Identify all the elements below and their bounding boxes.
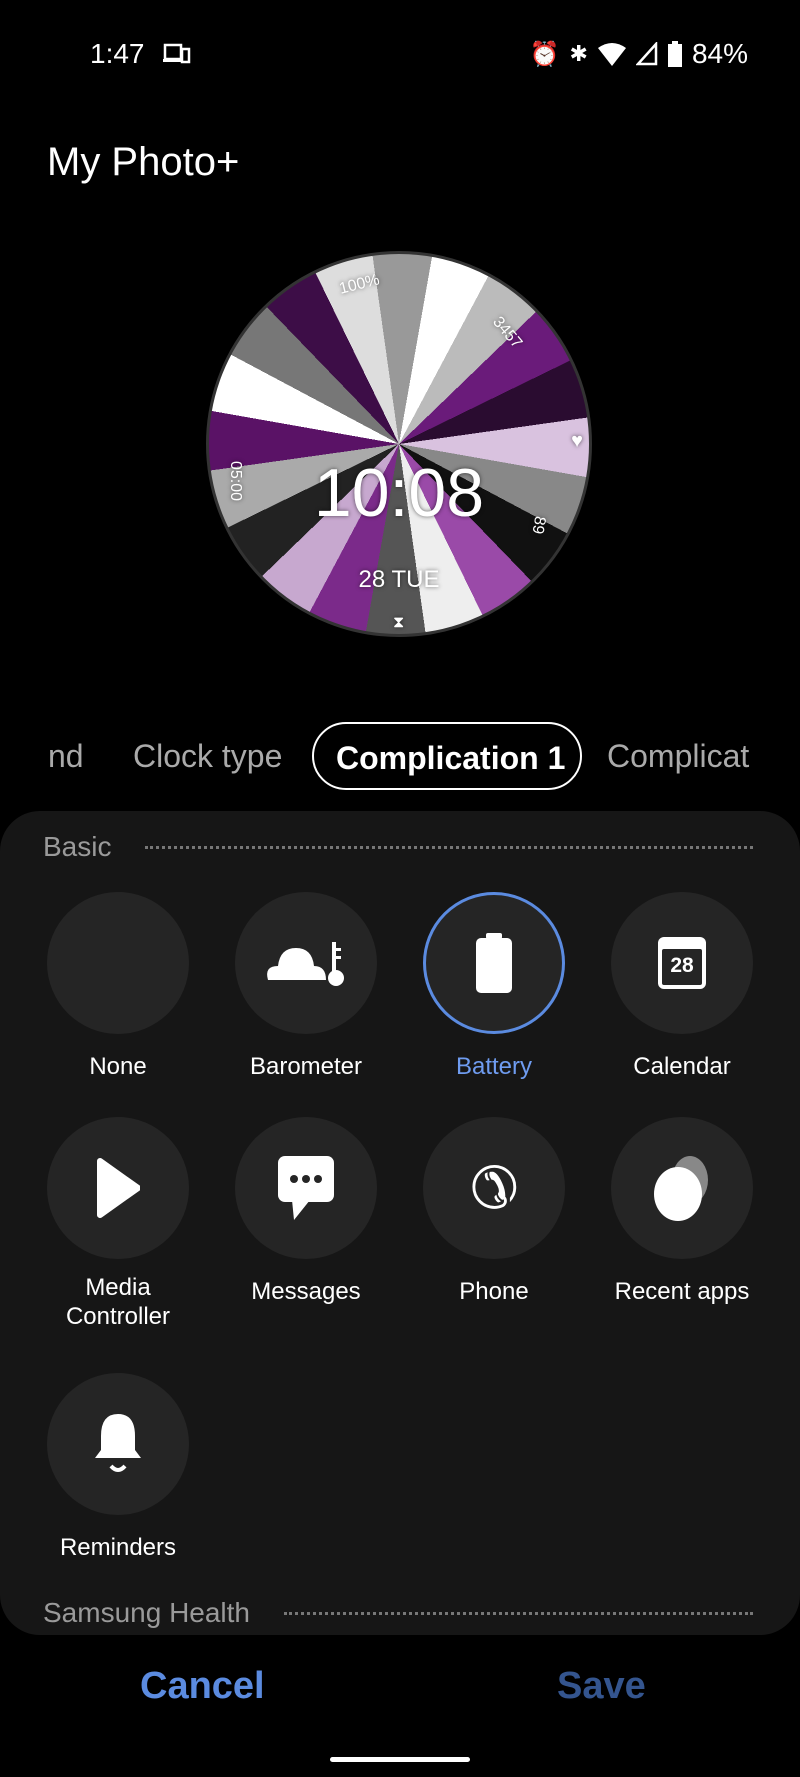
watch-steps: 3457: [489, 313, 526, 352]
watch-date: 28 TUE: [358, 566, 440, 593]
section-title: Samsung Health: [43, 1597, 251, 1628]
watch-sleep: 05:00: [227, 460, 245, 502]
calendar-day: 28: [662, 949, 702, 985]
tab-bar: nd Clock type Complication 1 Complicat: [0, 722, 800, 790]
option-barometer[interactable]: Barometer: [216, 892, 396, 1081]
tab-clock-type[interactable]: Clock type: [133, 722, 282, 790]
option-calendar[interactable]: 28 Calendar: [592, 892, 772, 1081]
tab-background[interactable]: nd: [48, 722, 84, 790]
option-label: Reminders: [59, 1534, 177, 1561]
play-icon: [47, 1117, 189, 1259]
watch-face-preview: 10:08 28 TUE 100% 3457 89 05:00 ♥ ⧗: [206, 251, 592, 637]
complication-list[interactable]: Basic None Barometer Battery 28 Calendar …: [0, 811, 800, 1635]
none-icon: [47, 892, 189, 1034]
option-none[interactable]: None: [28, 892, 208, 1081]
option-media-controller[interactable]: Media Controller: [28, 1117, 208, 1331]
battery-icon: [667, 41, 682, 67]
section-samsung-health: Samsung Health: [43, 1597, 753, 1629]
alarm-icon: ⏰: [529, 40, 560, 68]
option-label: Phone: [459, 1278, 529, 1305]
divider: [145, 845, 753, 849]
signal-icon: [635, 42, 658, 66]
page-title: My Photo+: [47, 140, 240, 184]
option-reminders[interactable]: Reminders: [28, 1373, 208, 1562]
wifi-icon: [597, 43, 626, 66]
clock: 1:47: [90, 38, 145, 69]
option-messages[interactable]: Messages: [216, 1117, 396, 1306]
battery-icon: [423, 892, 565, 1034]
option-label: Messages: [251, 1278, 361, 1305]
option-label: Battery: [455, 1053, 533, 1080]
message-icon: [235, 1117, 377, 1259]
bell-icon: [47, 1373, 189, 1515]
watch-battery: 100%: [337, 271, 382, 298]
option-phone[interactable]: ✆ Phone: [404, 1117, 584, 1306]
status-bar: 1:47 ⏰ ✱ 84%: [0, 38, 800, 72]
watch-heart-rate: 89: [528, 514, 549, 536]
barometer-icon: [235, 892, 377, 1034]
recent-apps-icon: [611, 1117, 753, 1259]
option-label: Recent apps: [614, 1278, 750, 1305]
divider: [284, 1611, 753, 1615]
phone-icon: ✆: [423, 1117, 565, 1259]
section-title: Basic: [43, 831, 112, 862]
option-battery[interactable]: Battery: [404, 892, 584, 1081]
option-label: Barometer: [249, 1053, 363, 1080]
calendar-icon: 28: [611, 892, 753, 1034]
bluetooth-icon: ✱: [569, 41, 588, 66]
section-basic: Basic: [43, 831, 753, 863]
option-label: Calendar: [633, 1053, 731, 1080]
heart-icon: ♥: [571, 430, 583, 452]
tab-complication-1[interactable]: Complication 1: [312, 722, 582, 790]
save-button[interactable]: Save: [557, 1665, 646, 1708]
battery-percent: 84%: [691, 38, 748, 69]
option-label: None: [89, 1053, 147, 1080]
option-label: Media Controller: [65, 1274, 171, 1330]
cast-device-icon: [162, 43, 190, 64]
cancel-button[interactable]: Cancel: [140, 1665, 265, 1708]
hourglass-icon: ⧗: [393, 614, 405, 631]
option-recent-apps[interactable]: Recent apps: [592, 1117, 772, 1306]
home-indicator[interactable]: [330, 1757, 470, 1762]
tab-complication-2[interactable]: Complicat: [607, 722, 754, 790]
